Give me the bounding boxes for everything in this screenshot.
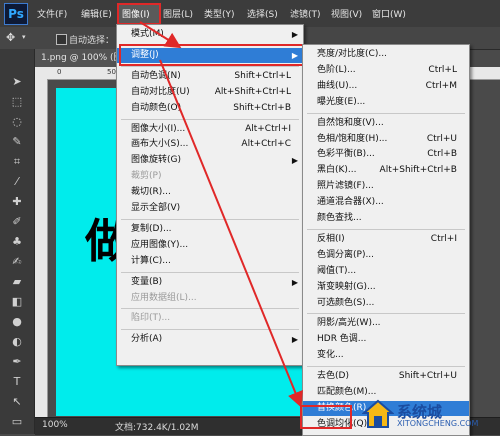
watermark-url: XITONGCHENG.COM [397, 419, 479, 428]
arrow-to-replace-color-icon [159, 59, 303, 408]
arrow-to-adjust-icon [139, 21, 182, 49]
watermark: 系统城 XITONGCHENG.COM [358, 396, 498, 432]
house-logo-icon [362, 399, 394, 428]
annotation-arrows [139, 21, 303, 408]
